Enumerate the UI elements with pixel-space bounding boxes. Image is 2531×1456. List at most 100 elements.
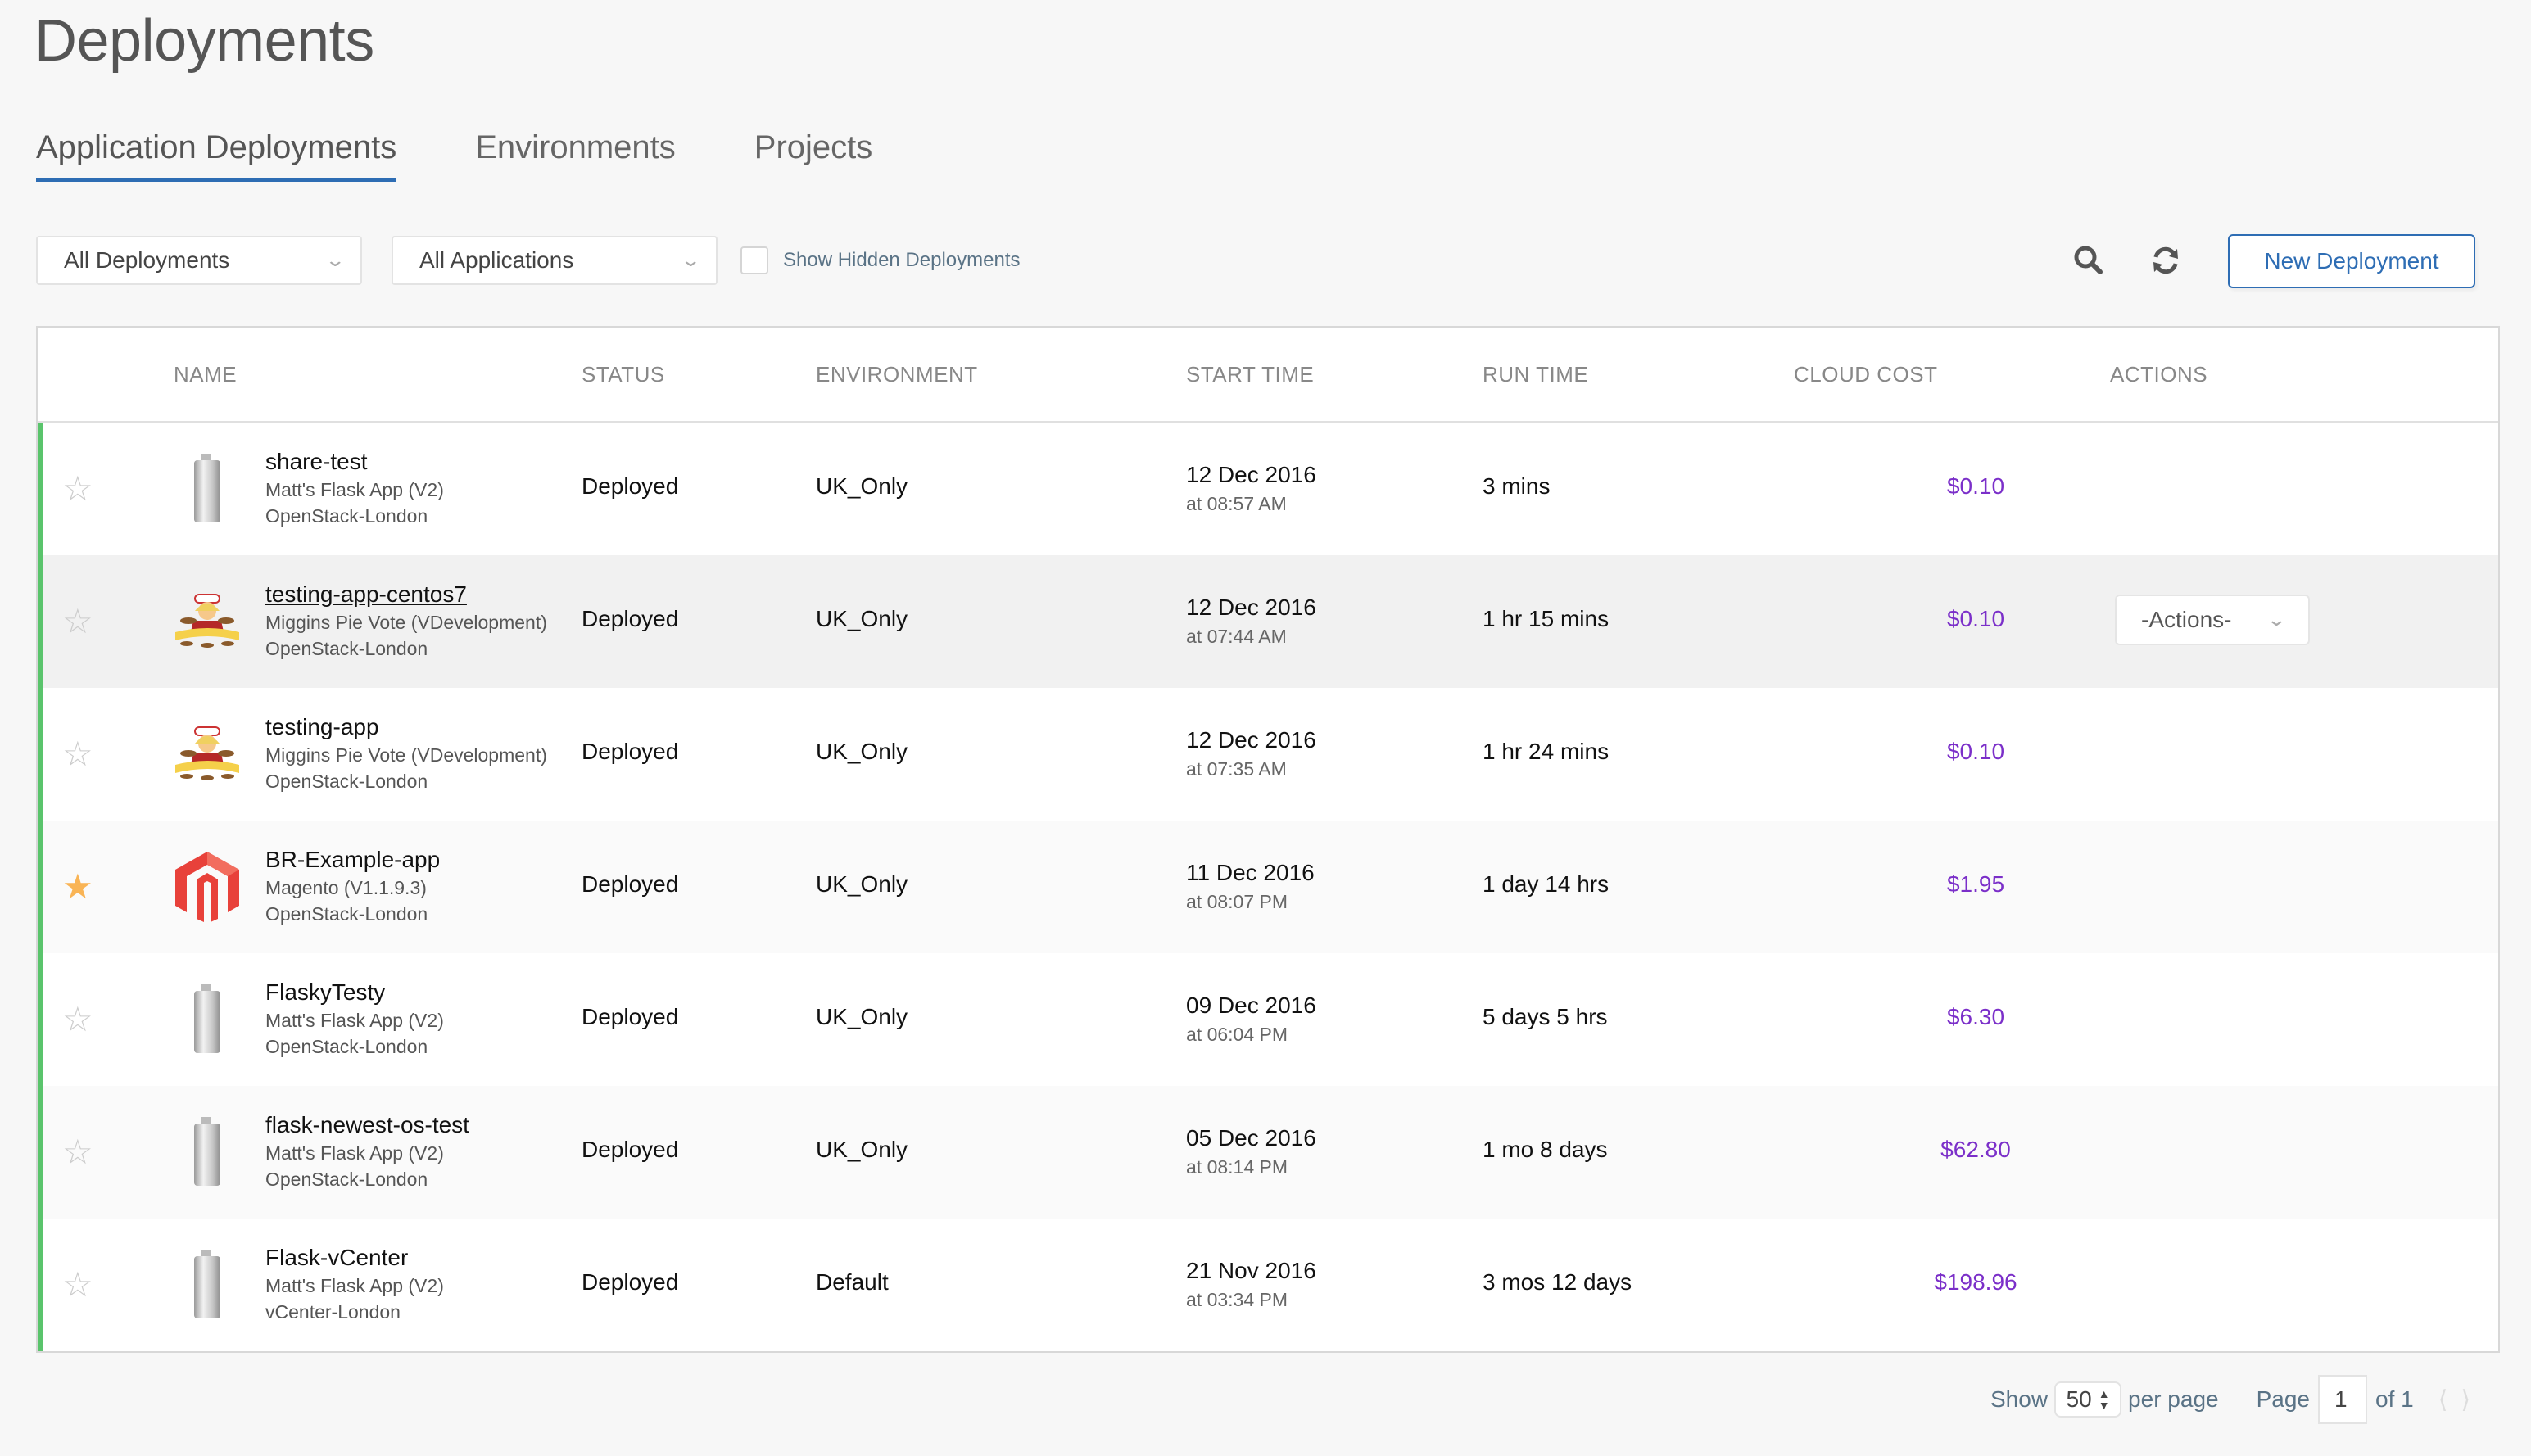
deployments-filter-select[interactable]: All Deployments ⌄: [36, 236, 362, 285]
star-filled-icon[interactable]: ★: [62, 870, 93, 904]
run-time: 1 day 14 hrs: [1483, 871, 1610, 897]
run-time: 5 days 5 hrs: [1483, 1004, 1608, 1029]
deployment-name-block: testing-app-centos7 Miggins Pie Vote (VDe…: [265, 580, 547, 662]
start-time: 21 Nov 2016 at 03:34 PM: [1186, 1256, 1316, 1314]
start-clock: at 03:34 PM: [1186, 1289, 1288, 1310]
table-row[interactable]: ★ BR-Example-app Magento (V1.1.9.3) OpenSta…: [38, 821, 2498, 953]
environment-text: Default: [816, 1269, 889, 1295]
per-page-stepper[interactable]: 50 ▲ ▼: [2054, 1381, 2122, 1418]
start-date: 12 Dec 2016: [1186, 595, 1316, 620]
refresh-button[interactable]: [2148, 242, 2184, 278]
environment-text: UK_Only: [816, 739, 908, 764]
star-outline-icon[interactable]: ☆: [62, 604, 93, 639]
flask-icon: [170, 983, 244, 1056]
environment-text: UK_Only: [816, 606, 908, 631]
start-time: 11 Dec 2016 at 08:07 PM: [1186, 858, 1315, 916]
start-clock: at 08:07 PM: [1186, 891, 1288, 912]
search-icon: [2074, 246, 2103, 274]
deployment-name-link[interactable]: testing-app: [265, 712, 547, 742]
show-hidden-checkbox[interactable]: [740, 246, 768, 274]
application-name: Miggins Pie Vote (VDevelopment): [265, 612, 547, 633]
deployments-filter-value: All Deployments: [64, 247, 230, 273]
deployment-name-link[interactable]: share-test: [265, 447, 444, 477]
status-text: Deployed: [582, 473, 679, 499]
magento-icon: [170, 850, 244, 924]
page-title: Deployments: [34, 8, 374, 74]
cloud-cost: $6.30: [1946, 1004, 2005, 1029]
deployment-name-link[interactable]: BR-Example-app: [265, 845, 440, 875]
deployment-name-block: Flask-vCenter Matt's Flask App (V2) vCente…: [265, 1243, 444, 1325]
application-name: Matt's Flask App (V2): [265, 1010, 444, 1031]
run-time: 3 mos 12 days: [1483, 1269, 1632, 1295]
column-header-status[interactable]: STATUS: [582, 362, 665, 387]
deployment-name-link[interactable]: FlaskyTesty: [265, 978, 444, 1007]
per-page-label: per page: [2128, 1386, 2219, 1412]
actions-dropdown[interactable]: -Actions- ⌄: [2115, 595, 2310, 645]
applications-filter-select[interactable]: All Applications ⌄: [392, 236, 718, 285]
pie-shop-icon: [170, 585, 244, 658]
table-row[interactable]: ☆ share-test Matt's Flask App (V2) OpenStac…: [38, 423, 2498, 555]
table-row[interactable]: ☆ flask-newest-os-test Matt's Flask App (V…: [38, 1086, 2498, 1219]
status-text: Deployed: [582, 871, 679, 897]
star-outline-icon[interactable]: ☆: [62, 1268, 93, 1302]
application-name: Miggins Pie Vote (VDevelopment): [265, 744, 547, 766]
star-outline-icon[interactable]: ☆: [62, 1002, 93, 1037]
start-time: 09 Dec 2016 at 06:04 PM: [1186, 991, 1316, 1048]
cloud-cost: $198.96: [1934, 1269, 2017, 1295]
tab-application-deployments[interactable]: Application Deployments: [36, 123, 397, 182]
deployment-name-link[interactable]: testing-app-centos7: [265, 580, 547, 609]
application-name: Magento (V1.1.9.3): [265, 877, 427, 898]
start-time: 12 Dec 2016 at 08:57 AM: [1186, 460, 1316, 518]
tab-projects[interactable]: Projects: [754, 123, 873, 182]
column-header-environment[interactable]: ENVIRONMENT: [816, 362, 978, 387]
chevron-left-icon[interactable]: ⟨: [2438, 1386, 2448, 1414]
flask-icon: [170, 1248, 244, 1322]
chevron-right-icon[interactable]: ⟩: [2461, 1386, 2470, 1414]
start-time: 05 Dec 2016 at 08:14 PM: [1186, 1124, 1316, 1181]
cloud-cost: $0.10: [1946, 473, 2005, 499]
environment-text: UK_Only: [816, 473, 908, 499]
applications-filter-value: All Applications: [419, 247, 574, 273]
column-header-run-time[interactable]: RUN TIME: [1483, 362, 1588, 387]
new-deployment-button[interactable]: New Deployment: [2228, 234, 2475, 288]
run-time: 1 hr 24 mins: [1483, 739, 1610, 764]
column-header-cloud-cost[interactable]: CLOUD COST: [1794, 362, 1937, 387]
column-header-name[interactable]: NAME: [174, 362, 237, 387]
column-header-start-time[interactable]: START TIME: [1186, 362, 1314, 387]
cloud-cost: $1.95: [1946, 871, 2005, 897]
tab-environments[interactable]: Environments: [475, 123, 676, 182]
show-hidden-label[interactable]: Show Hidden Deployments: [783, 249, 1021, 272]
table-row[interactable]: ☆ testing-app Miggins Pie Vote (VDevelopme…: [38, 688, 2498, 821]
table-body: ☆ share-test Matt's Flask App (V2) OpenStac…: [38, 423, 2498, 1351]
cloud-name: OpenStack-London: [265, 638, 428, 659]
table-header: NAME STATUS ENVIRONMENT START TIME RUN T…: [38, 328, 2498, 423]
start-date: 12 Dec 2016: [1186, 727, 1316, 753]
page-number-input[interactable]: 1: [2318, 1375, 2367, 1424]
star-outline-icon[interactable]: ☆: [62, 1135, 93, 1169]
chevron-down-icon: ⌄: [679, 250, 701, 270]
tab-bar: Application Deployments Environments Pro…: [36, 123, 951, 185]
start-clock: at 06:04 PM: [1186, 1024, 1288, 1045]
start-date: 11 Dec 2016: [1186, 860, 1315, 885]
per-page-value: 50: [2066, 1386, 2092, 1412]
page-count-label: of 1: [2375, 1386, 2414, 1412]
start-clock: at 07:35 AM: [1186, 758, 1287, 780]
environment-text: UK_Only: [816, 1137, 908, 1162]
status-text: Deployed: [582, 739, 679, 764]
status-text: Deployed: [582, 1269, 679, 1295]
column-header-actions: ACTIONS: [2110, 362, 2208, 387]
cloud-name: vCenter-London: [265, 1301, 401, 1323]
deployment-name-link[interactable]: flask-newest-os-test: [265, 1110, 469, 1140]
table-row[interactable]: ☆ Flask-vCenter Matt's Flask App (V2) vCent…: [38, 1219, 2498, 1351]
table-row[interactable]: ☆ FlaskyTesty Matt's Flask App (V2) OpenSta…: [38, 953, 2498, 1086]
status-text: Deployed: [582, 1004, 679, 1029]
cloud-cost: $0.10: [1946, 606, 2005, 631]
table-row[interactable]: ☆ testing-app-centos7 Miggins Pie Vote (VD…: [38, 555, 2498, 688]
start-clock: at 07:44 AM: [1186, 626, 1287, 647]
star-outline-icon[interactable]: ☆: [62, 472, 93, 506]
deployment-name-link[interactable]: Flask-vCenter: [265, 1243, 444, 1273]
chevron-down-icon: ⌄: [2265, 609, 2287, 630]
status-text: Deployed: [582, 606, 679, 631]
search-button[interactable]: [2071, 242, 2107, 278]
star-outline-icon[interactable]: ☆: [62, 737, 93, 771]
